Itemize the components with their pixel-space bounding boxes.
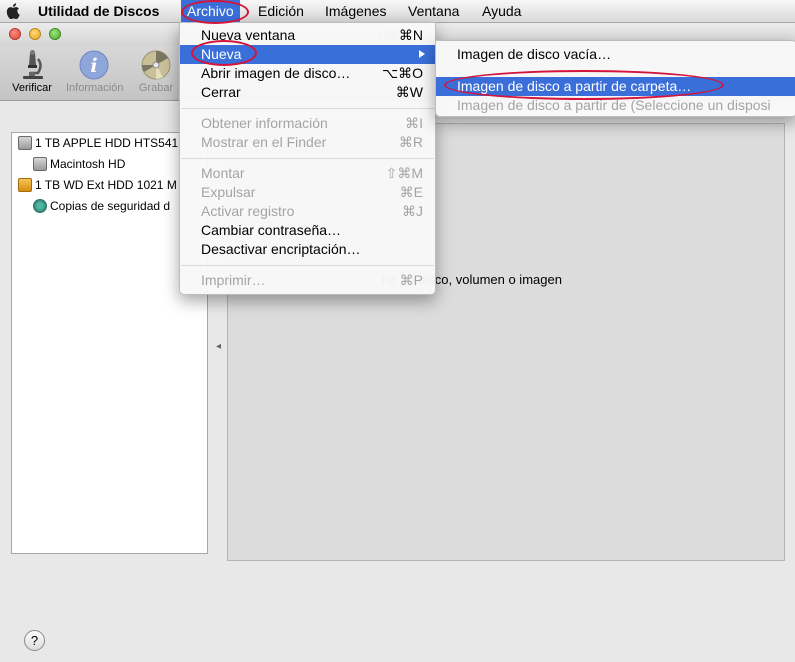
info-button[interactable]: i Información [66, 49, 124, 94]
menu-item-label: Desactivar encriptación… [201, 241, 361, 257]
apple-menu[interactable] [4, 0, 22, 22]
menu-item-abrir-imagen[interactable]: Abrir imagen de disco… ⌥⌘O [180, 64, 435, 83]
menu-item-cambiar-contrasena[interactable]: Cambiar contraseña… [180, 221, 435, 240]
device-label: 1 TB WD Ext HDD 1021 M [35, 178, 177, 192]
submenu-arrow-icon [419, 50, 425, 58]
zoom-button[interactable] [49, 28, 61, 40]
menu-item-shortcut: ⌘J [402, 203, 423, 219]
volume-icon [33, 157, 47, 171]
submenu-item-imagen-vacia[interactable]: Imagen de disco vacía… [436, 45, 795, 64]
svg-text:i: i [90, 55, 97, 77]
microscope-icon [23, 50, 43, 79]
menu-item-shortcut: ⇧⌘M [385, 165, 423, 181]
menu-item-activar-registro[interactable]: Activar registro ⌘J [180, 202, 435, 221]
info-label: Información [66, 82, 124, 94]
menu-item-expulsar[interactable]: Expulsar ⌘E [180, 183, 435, 202]
burn-button[interactable]: Grabar [128, 49, 184, 94]
menu-item-shortcut: ⌘W [395, 84, 423, 100]
menu-item-label: Cambiar contraseña… [201, 222, 342, 238]
volume-macintosh-hd[interactable]: Macintosh HD [12, 154, 207, 174]
menu-edicion[interactable]: Edición [252, 0, 310, 22]
menu-item-imprimir[interactable]: Imprimir… ⌘P [180, 271, 435, 290]
menu-item-label: Montar [201, 165, 245, 181]
menu-item-label: Activar registro [201, 203, 295, 219]
volume-backups[interactable]: Copias de seguridad d [12, 196, 207, 216]
menu-item-shortcut: ⌥⌘O [381, 65, 423, 81]
menu-item-cerrar[interactable]: Cerrar ⌘W [180, 83, 435, 102]
minimize-button[interactable] [29, 28, 41, 40]
external-disk-icon [18, 178, 32, 192]
menu-separator [181, 108, 434, 109]
menu-item-shortcut: ⌘I [405, 115, 423, 131]
burn-disc-icon [141, 50, 171, 80]
menu-item-shortcut: ⌘R [398, 134, 423, 150]
menu-item-desactivar-encriptacion[interactable]: Desactivar encriptación… [180, 240, 435, 259]
menu-ayuda[interactable]: Ayuda [476, 0, 527, 22]
close-button[interactable] [9, 28, 21, 40]
device-external-disk[interactable]: 1 TB WD Ext HDD 1021 M [12, 175, 207, 195]
submenu-item-label: Imagen de disco vacía… [457, 46, 612, 62]
time-machine-icon [33, 199, 47, 213]
menu-separator [181, 265, 434, 266]
menu-item-mostrar-finder[interactable]: Mostrar en el Finder ⌘R [180, 133, 435, 152]
volume-label: Copias de seguridad d [50, 199, 171, 213]
menu-item-shortcut: ⌘N [398, 27, 423, 43]
menu-item-shortcut: ⌘P [399, 272, 423, 288]
device-internal-disk[interactable]: 1 TB APPLE HDD HTS541 [12, 133, 207, 153]
menu-ventana[interactable]: Ventana [402, 0, 465, 22]
annotation-ring-archivo [181, 0, 249, 24]
menu-imagenes[interactable]: Imágenes [319, 0, 392, 22]
menu-item-label: Obtener información [201, 115, 328, 131]
burn-label: Grabar [138, 82, 174, 94]
app-name-menu[interactable]: Utilidad de Discos [32, 0, 165, 22]
annotation-ring-carpeta [444, 70, 724, 100]
menu-item-label: Abrir imagen de disco… [201, 65, 351, 81]
info-icon: i [79, 50, 109, 80]
volume-label: Macintosh HD [50, 157, 126, 171]
internal-disk-icon [18, 136, 32, 150]
help-button[interactable]: ? [24, 630, 45, 651]
menu-item-obtener-informacion[interactable]: Obtener información ⌘I [180, 114, 435, 133]
verify-button[interactable]: Verificar [4, 49, 60, 94]
split-view-handle[interactable]: ◂ [216, 341, 221, 352]
menu-item-label: Cerrar [201, 84, 241, 100]
menu-item-label: Imprimir… [201, 272, 266, 288]
menu-item-shortcut: ⌘E [399, 184, 423, 200]
verify-label: Verificar [12, 82, 52, 94]
apple-icon [6, 3, 20, 19]
menu-item-montar[interactable]: Montar ⇧⌘M [180, 164, 435, 183]
device-label: 1 TB APPLE HDD HTS541 [35, 136, 179, 150]
annotation-ring-nueva [191, 40, 257, 66]
menu-separator [181, 158, 434, 159]
menu-item-label: Mostrar en el Finder [201, 134, 327, 150]
menu-item-label: Expulsar [201, 184, 256, 200]
menu-bar: Utilidad de Discos Archivo Edición Imáge… [0, 0, 795, 23]
